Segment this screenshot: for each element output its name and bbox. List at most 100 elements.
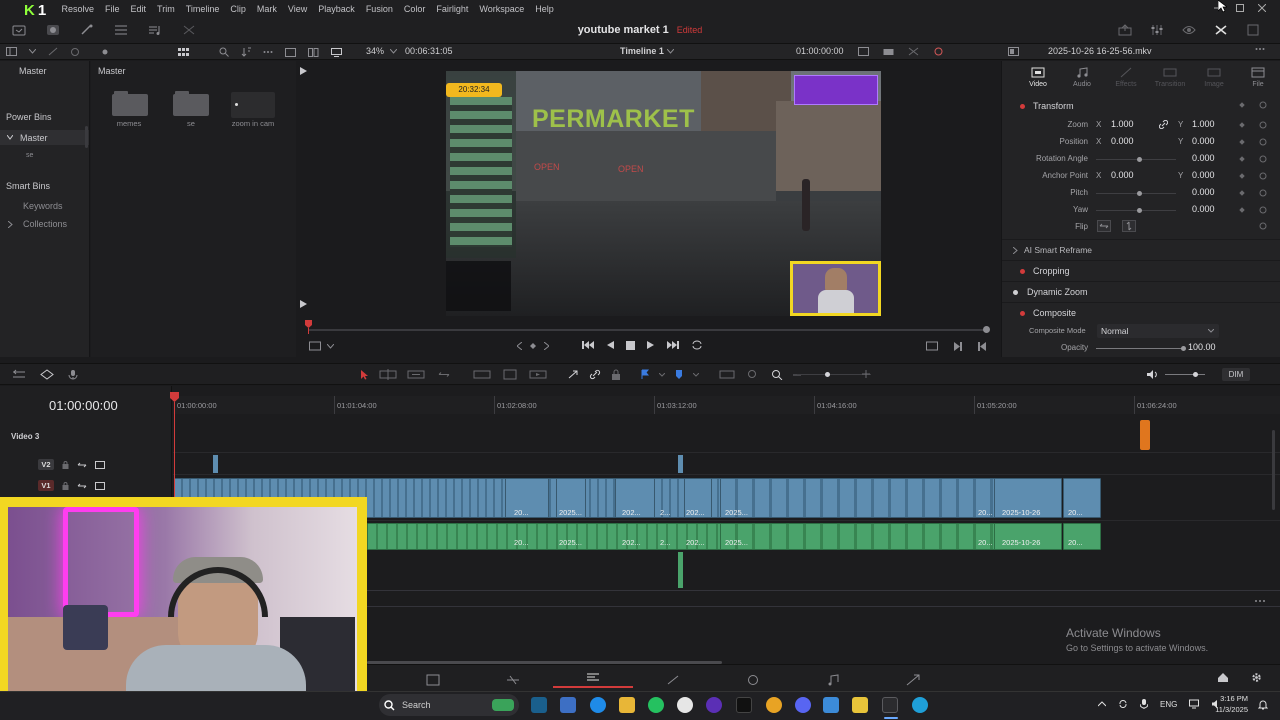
scrubber-playhead[interactable]: [305, 320, 312, 334]
linked-selection-icon[interactable]: [589, 369, 601, 380]
file-transfer-icon[interactable]: [560, 697, 576, 713]
power-bins-heading[interactable]: Power Bins: [6, 112, 52, 122]
zoom-y-value[interactable]: 1.000: [1192, 119, 1215, 129]
position-x-value[interactable]: 0.000: [1111, 136, 1134, 146]
audio-clip-small[interactable]: [678, 552, 683, 588]
mark-out-icon[interactable]: [978, 341, 986, 351]
auto-select-icon[interactable]: [77, 482, 87, 490]
opera-icon[interactable]: [706, 697, 722, 713]
track-enable-icon[interactable]: [95, 460, 105, 469]
steam-icon[interactable]: [531, 697, 547, 713]
tiktok-icon[interactable]: [736, 697, 752, 713]
dynamic-trim-icon[interactable]: [407, 369, 425, 380]
page-color-icon[interactable]: [713, 674, 793, 686]
link-icon[interactable]: [1159, 120, 1168, 129]
menu-file[interactable]: File: [100, 0, 126, 19]
timeline-name[interactable]: Timeline 1: [620, 46, 664, 56]
folder-app-icon[interactable]: [852, 697, 868, 713]
page-cut-icon[interactable]: [473, 674, 553, 686]
menu-playback[interactable]: Playback: [313, 0, 361, 19]
smart-bin-icon[interactable]: [70, 47, 80, 56]
audio-clip-strip[interactable]: [720, 523, 1020, 550]
marker-dot-icon[interactable]: [530, 343, 536, 349]
video-preview[interactable]: PERMARKET OPEN OPEN 20:32:34: [446, 71, 881, 316]
ai-reframe-row[interactable]: AI Smart Reframe: [1002, 242, 1280, 258]
cropping-row[interactable]: Cropping: [1002, 263, 1280, 279]
safe-area-icon[interactable]: [926, 341, 938, 351]
rotation-slider-handle[interactable]: [1137, 157, 1142, 162]
edit-index-icon[interactable]: [80, 24, 94, 36]
tab-transition[interactable]: Transition: [1148, 67, 1192, 88]
dual-viewer-icon[interactable]: [308, 47, 319, 57]
track-badge-v2[interactable]: V2: [38, 459, 54, 470]
timeline-vertical-scrollbar[interactable]: [1272, 430, 1275, 510]
tab-file[interactable]: File: [1236, 67, 1280, 88]
menu-view[interactable]: View: [282, 0, 312, 19]
trim-tool-icon[interactable]: [379, 369, 397, 380]
flag-icon[interactable]: [641, 369, 649, 380]
dim-button[interactable]: DIM: [1222, 368, 1250, 381]
menu-resolve[interactable]: Resolve: [56, 0, 100, 19]
tab-effects[interactable]: Effects: [1104, 67, 1148, 88]
overwrite-clip-icon[interactable]: [501, 369, 519, 380]
menu-timeline[interactable]: Timeline: [180, 0, 225, 19]
opacity-slider[interactable]: [1096, 348, 1184, 349]
blade-tool-icon[interactable]: [435, 369, 453, 380]
menu-mark[interactable]: Mark: [251, 0, 282, 19]
maximize-icon[interactable]: [1236, 4, 1244, 12]
media-pool-icon[interactable]: [12, 24, 26, 36]
mixer-icon[interactable]: [1150, 24, 1164, 36]
play-reverse-icon[interactable]: [606, 340, 614, 350]
composite-enable-dot[interactable]: [1020, 310, 1025, 316]
mark-in-icon[interactable]: [954, 341, 962, 351]
detail-zoom-icon[interactable]: [745, 369, 761, 380]
flip-horizontal-icon[interactable]: [1097, 220, 1111, 232]
notification-bell-icon[interactable]: [1258, 699, 1268, 710]
sort-icon[interactable]: [241, 47, 251, 57]
menu-color[interactable]: Color: [398, 0, 431, 19]
timeline-view-options-icon[interactable]: [12, 369, 26, 380]
discord-icon[interactable]: [795, 697, 811, 713]
lock-icon[interactable]: [62, 460, 69, 469]
opacity-slider-handle[interactable]: [1181, 346, 1186, 351]
grid-view-icon[interactable]: [178, 47, 189, 57]
volume-slider[interactable]: [1165, 374, 1205, 375]
new-bin-icon[interactable]: [48, 47, 58, 56]
home-icon[interactable]: [1217, 672, 1229, 683]
v3-clip[interactable]: [1140, 420, 1150, 450]
prev-frame-small-icon[interactable]: [517, 342, 522, 350]
volume-handle[interactable]: [1193, 372, 1198, 377]
menu-trim[interactable]: Trim: [152, 0, 181, 19]
loop-icon[interactable]: [933, 47, 944, 56]
panel-toggle-icon[interactable]: [6, 47, 17, 56]
bin-folder-memes[interactable]: [112, 91, 148, 116]
file-explorer-icon[interactable]: [619, 697, 635, 713]
replace-clip-icon[interactable]: [529, 369, 547, 380]
position-lock-icon[interactable]: [611, 369, 621, 380]
full-extent-zoom-icon[interactable]: [719, 369, 735, 380]
viewer-layout-icon[interactable]: [285, 47, 296, 57]
tab-video[interactable]: Video: [1016, 67, 1060, 88]
flag-chevron-icon[interactable]: [659, 372, 665, 377]
chatgpt-icon[interactable]: [677, 697, 693, 713]
rotation-slider[interactable]: [1096, 159, 1176, 160]
inspector-icon[interactable]: [1214, 24, 1228, 36]
video-clip-strip[interactable]: [720, 478, 1020, 518]
transform-icon[interactable]: [908, 47, 919, 56]
yaw-slider-handle[interactable]: [1137, 208, 1142, 213]
stop-icon[interactable]: [626, 340, 635, 350]
tray-sync-icon[interactable]: [1118, 699, 1128, 709]
custom-zoom-icon[interactable]: [771, 369, 783, 380]
marker-chevron-icon[interactable]: [693, 372, 699, 377]
transform-enable-dot[interactable]: [1020, 103, 1025, 109]
next-frame-small-icon[interactable]: [544, 342, 549, 350]
dynamic-zoom-row[interactable]: Dynamic Zoom: [1002, 284, 1280, 300]
composite-row[interactable]: Composite: [1002, 305, 1280, 321]
whatsapp-icon[interactable]: [648, 697, 664, 713]
timeline-playhead[interactable]: [170, 392, 179, 498]
tab-audio[interactable]: Audio: [1060, 67, 1104, 88]
viewer-mode-chevron-icon[interactable]: [327, 343, 334, 349]
menu-fusion[interactable]: Fusion: [360, 0, 398, 19]
page-fairlight-icon[interactable]: [793, 673, 873, 686]
bin-folder-se[interactable]: [173, 91, 209, 116]
